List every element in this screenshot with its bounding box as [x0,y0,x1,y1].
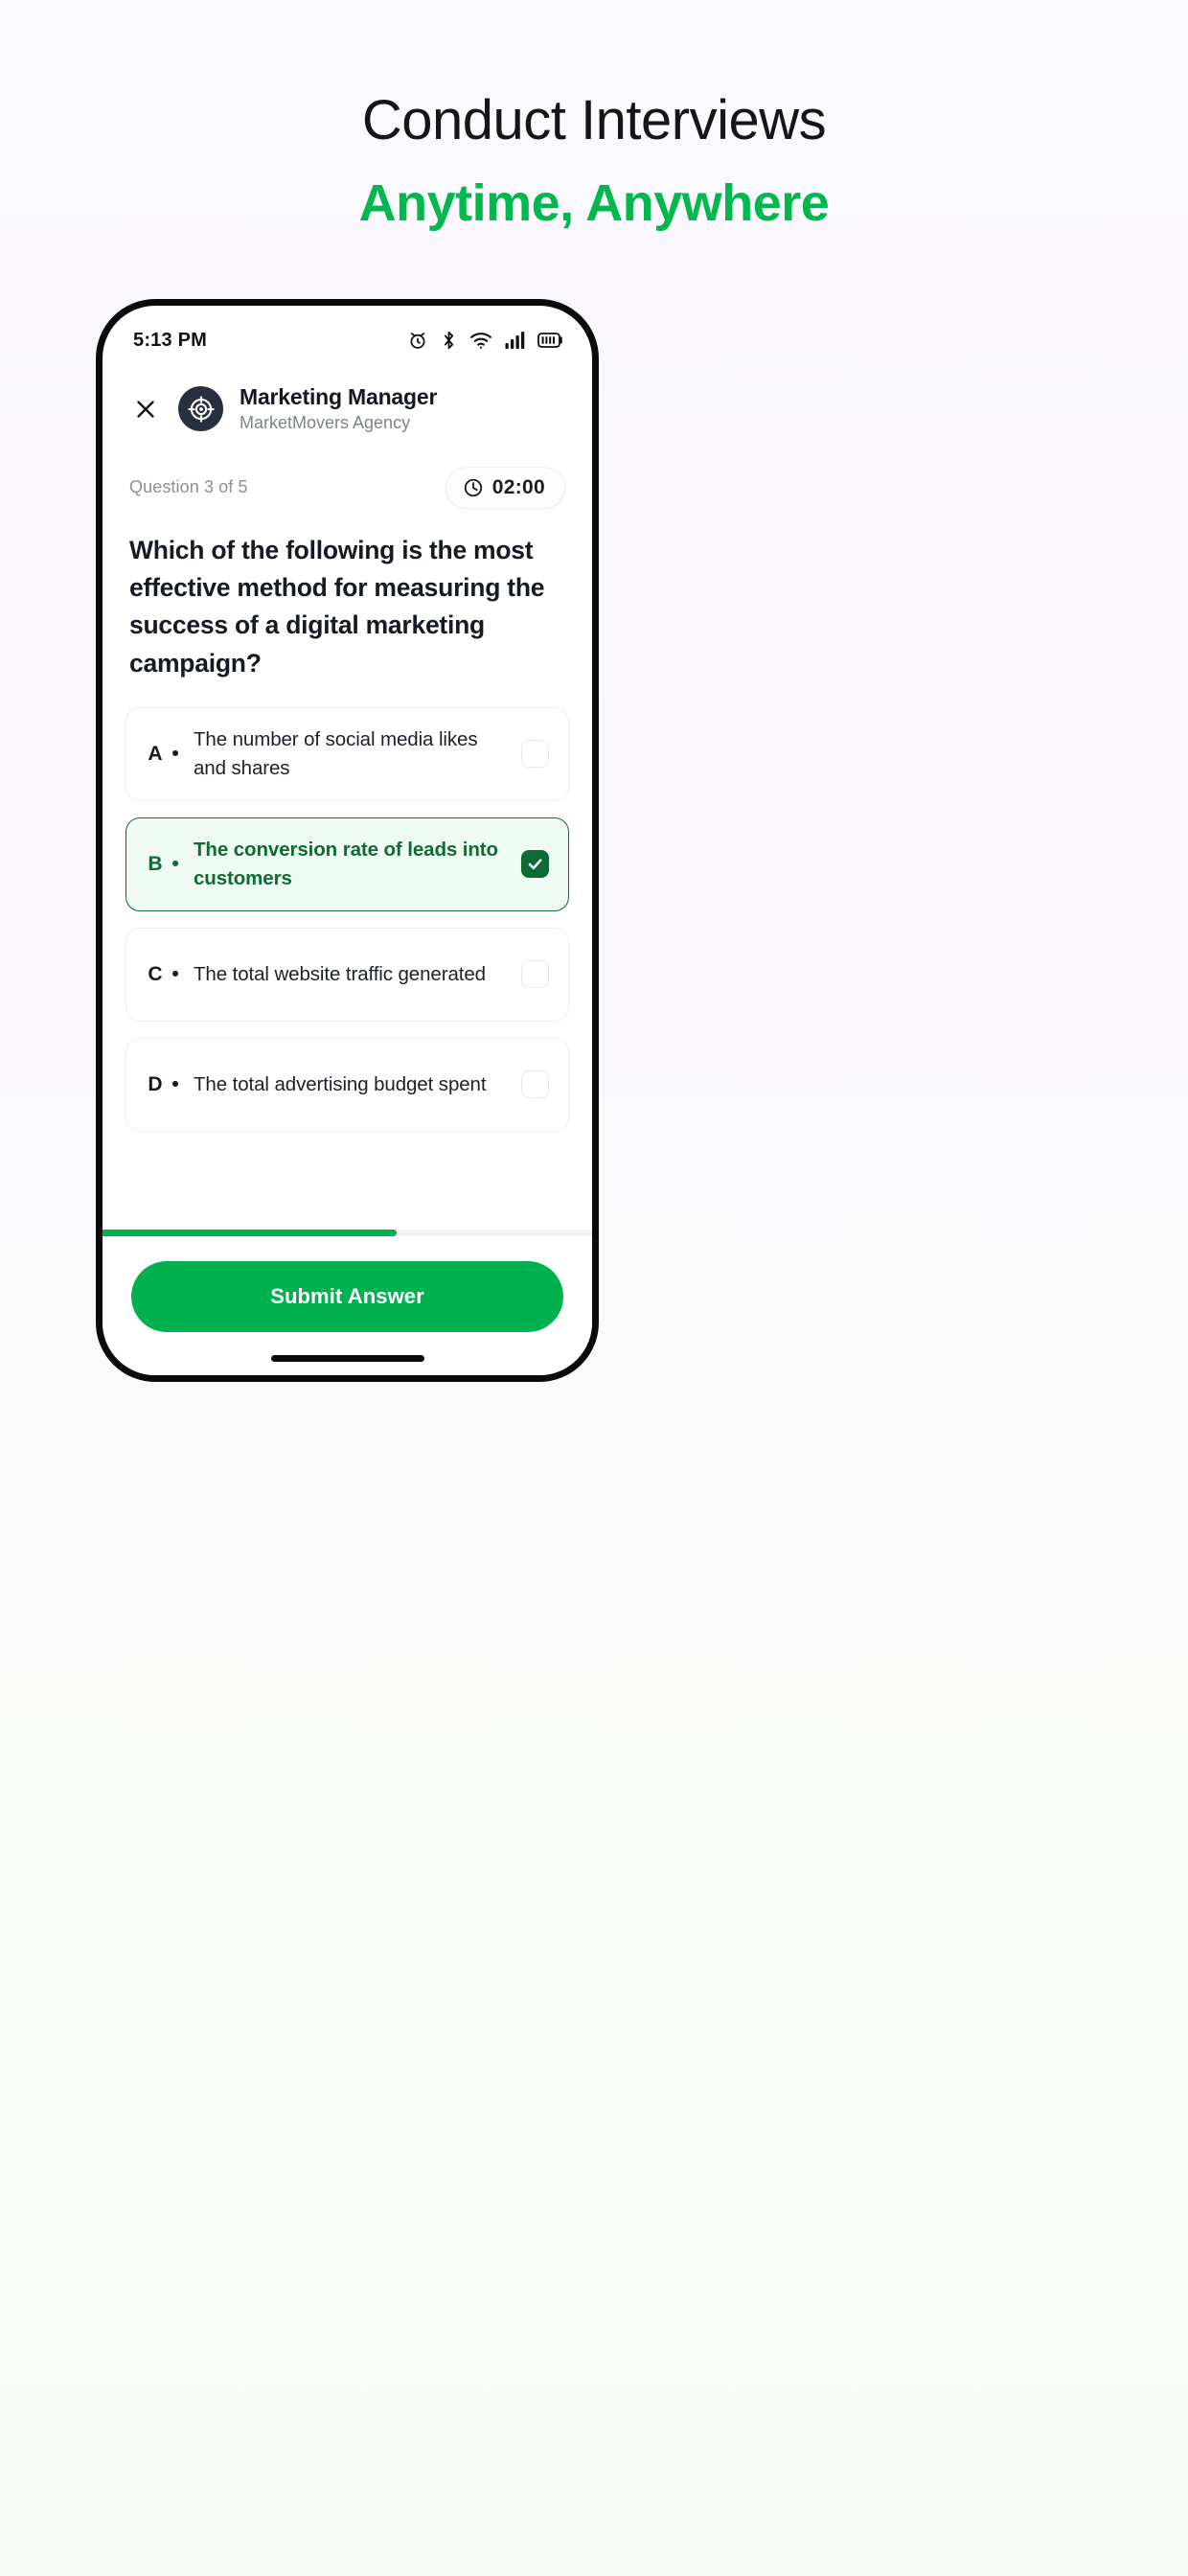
option-separator-dot: • [171,963,179,986]
status-bar-icons [407,330,563,351]
option-letter: B [148,852,163,875]
option-separator-dot: • [171,853,179,876]
headline-line-2: Anytime, Anywhere [358,174,830,233]
option-letter: D [148,1072,163,1095]
status-bar-time: 5:13 PM [133,329,207,351]
option-separator-dot: • [171,1073,179,1096]
option-text: The number of social media likes and sha… [194,727,478,779]
question-counter: Question 3 of 5 [129,477,248,497]
alarm-icon [407,330,428,351]
progress-bar [103,1230,592,1236]
option-text: The conversion rate of leads into custom… [194,838,498,889]
option-text: The total website traffic generated [194,962,486,985]
check-icon [528,859,542,870]
marketing-headline: Conduct Interviews Anytime, Anywhere [0,88,1188,235]
answer-option-d[interactable]: D • The total advertising budget spent [126,1037,569,1132]
cellular-signal-icon [505,331,525,350]
option-letter: A [148,742,163,765]
option-letter: C [148,962,163,985]
wifi-icon [469,331,492,350]
option-checkbox-unchecked[interactable] [521,740,549,769]
answer-options-list: A • The number of social media likes and… [103,682,592,1132]
job-title: Marketing Manager [240,384,438,409]
answer-option-a[interactable]: A • The number of social media likes and… [126,706,569,801]
option-checkbox-unchecked[interactable] [521,1070,549,1099]
question-meta-row: Question 3 of 5 02:00 [103,448,592,509]
target-crosshair-icon [187,396,215,423]
interview-header: Marketing Manager MarketMovers Agency [103,361,592,448]
option-checkbox-unchecked[interactable] [521,960,549,989]
option-text: The total advertising budget spent [194,1072,487,1095]
phone-mockup: 5:13 PM Marketing Manager MarketMovers A… [96,299,599,1382]
status-bar: 5:13 PM [103,306,592,361]
close-button[interactable] [129,393,162,426]
clock-icon [464,478,482,497]
company-name: MarketMovers Agency [240,412,411,432]
headline-line-1: Conduct Interviews [361,89,827,151]
submit-answer-button[interactable]: Submit Answer [131,1261,563,1332]
timer-value: 02:00 [491,475,545,498]
battery-icon [537,332,563,349]
bluetooth-icon [441,330,457,351]
home-indicator [270,1355,424,1362]
question-text: Which of the following is the most effec… [129,535,545,678]
timer-badge: 02:00 [445,466,565,509]
option-separator-dot: • [171,743,179,766]
header-text-group: Marketing Manager MarketMovers Agency [240,384,437,434]
home-indicator-area [103,1332,592,1375]
avatar [178,386,223,432]
answer-option-b[interactable]: B • The conversion rate of leads into cu… [126,816,569,911]
footer-actions: Submit Answer [103,1236,592,1332]
close-icon [137,401,154,418]
option-checkbox-checked[interactable] [521,850,549,879]
answer-option-c[interactable]: C • The total website traffic generated [126,927,569,1022]
progress-bar-fill [103,1230,397,1236]
